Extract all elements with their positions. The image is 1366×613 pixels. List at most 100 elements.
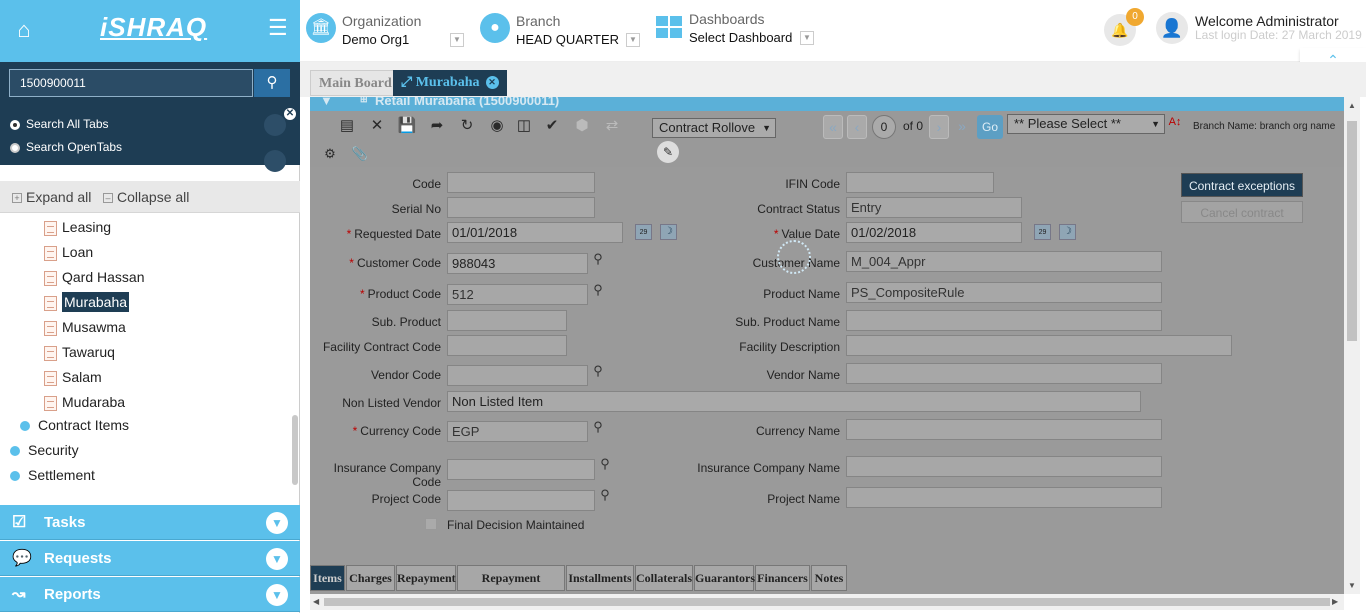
tree-item-mudaraba[interactable]: Mudaraba — [44, 391, 125, 413]
tab-financers[interactable]: Financers — [755, 565, 810, 591]
accordion-tasks[interactable]: ☑ Tasks ▼ — [0, 505, 300, 540]
support-icon[interactable]: ◉ — [487, 116, 507, 136]
insurance-company-code-field[interactable] — [447, 459, 595, 480]
close-icon[interactable]: ✕ — [284, 108, 296, 120]
sidebar-search-input[interactable] — [9, 69, 253, 97]
tab-guarantors[interactable]: Guarantors — [694, 565, 755, 591]
forward-icon[interactable]: ➦ — [427, 116, 447, 136]
go-button[interactable]: Go — [977, 115, 1003, 139]
facility-description-field[interactable] — [846, 335, 1232, 356]
tree-item-musawma[interactable]: Musawma — [44, 316, 126, 338]
sort-az-icon[interactable]: A↕ — [1165, 112, 1185, 132]
avatar[interactable]: 👤 — [1156, 12, 1188, 44]
vertical-scroll-thumb[interactable] — [1347, 121, 1357, 341]
tab-installments[interactable]: Installments — [566, 565, 634, 591]
radio-search-open-tabs[interactable]: Search OpenTabs — [10, 138, 122, 156]
pin-icon[interactable]: ▼ — [320, 97, 333, 108]
facility-contract-code-field[interactable] — [447, 335, 567, 356]
customer-name-field[interactable]: M_004_Appr — [846, 251, 1162, 272]
tab-main-board[interactable]: Main Board — [310, 70, 401, 96]
contract-exceptions-button[interactable]: Contract exceptions — [1181, 173, 1303, 197]
refresh-icon[interactable]: ↻ — [457, 116, 477, 136]
page-number-input[interactable]: 0 — [872, 115, 896, 139]
tree-section-settlement[interactable]: Settlement — [10, 464, 95, 486]
tab-collaterals[interactable]: Collaterals — [635, 565, 693, 591]
tree-item-murabaha[interactable]: Murabaha — [44, 291, 130, 313]
save-icon[interactable]: 💾 — [397, 116, 417, 136]
package-icon[interactable]: ⬢ — [572, 116, 592, 136]
sub-product-field[interactable] — [447, 310, 567, 331]
vendor-name-field[interactable] — [846, 363, 1162, 384]
last-page-button[interactable]: » — [952, 115, 972, 139]
dashboards-dropdown-icon[interactable]: ▼ — [800, 31, 814, 45]
next-page-button[interactable]: › — [929, 115, 949, 139]
dashboards-value[interactable]: Select Dashboard — [689, 30, 792, 45]
tree-item-leasing[interactable]: Leasing — [44, 216, 111, 238]
sidebar-scrollbar[interactable] — [292, 415, 298, 485]
accordion-requests[interactable]: 💬 Requests ▼ — [0, 541, 300, 576]
product-name-field[interactable]: PS_CompositeRule — [846, 282, 1162, 303]
product-code-field[interactable]: 512 — [447, 284, 588, 305]
action-select[interactable]: Contract Rollove ▼ — [652, 118, 776, 138]
serial-no-field[interactable] — [447, 197, 595, 218]
project-code-field[interactable] — [447, 490, 595, 511]
tree-item-loan[interactable]: Loan — [44, 241, 93, 263]
horizontal-scrollbar[interactable]: ◀ ▶ — [310, 594, 1344, 610]
home-icon[interactable]: ⌂ — [12, 18, 36, 42]
tree-item-qard-hassan[interactable]: Qard Hassan — [44, 266, 144, 288]
lookup-icon[interactable]: ⚲ — [590, 282, 606, 298]
hijri-calendar-icon[interactable]: ☽ — [1059, 224, 1076, 240]
non-listed-vendor-field[interactable]: Non Listed Item — [447, 391, 1141, 412]
customer-code-field[interactable]: 988043 — [447, 253, 588, 274]
approve-check-icon[interactable]: ✔ — [542, 116, 562, 136]
requested-date-field[interactable]: 01/01/2018 — [447, 222, 623, 243]
lookup-icon[interactable]: ⚲ — [590, 251, 606, 267]
branch-value[interactable]: HEAD QUARTER — [516, 32, 619, 47]
record-select[interactable]: ** Please Select ** ▼ — [1007, 114, 1165, 134]
lookup-icon[interactable]: ⚲ — [597, 456, 613, 472]
radio-search-all-tabs[interactable]: Search All Tabs — [10, 115, 109, 133]
cancel-contract-button[interactable]: Cancel contract — [1181, 201, 1303, 223]
hamburger-menu-icon[interactable]: ☰ — [268, 17, 288, 39]
tab-close-icon[interactable]: ✕ — [485, 76, 499, 90]
currency-code-field[interactable]: EGP — [447, 421, 588, 442]
tab-repayment[interactable]: Repayment — [396, 565, 456, 591]
lookup-icon[interactable]: ⚲ — [597, 487, 613, 503]
organization-dropdown-icon[interactable]: ▼ — [450, 33, 464, 47]
edit-note-icon[interactable]: ✎ — [657, 141, 679, 163]
settings-icon[interactable]: ⚙ — [320, 144, 340, 164]
currency-name-field[interactable] — [846, 419, 1162, 440]
search-button[interactable]: ⚲ — [254, 69, 290, 97]
scroll-down-arrow-icon[interactable]: ▼ — [1348, 581, 1356, 590]
tree-item-salam[interactable]: Salam — [44, 366, 102, 388]
tab-notes[interactable]: Notes — [811, 565, 847, 591]
ifin-code-field[interactable] — [846, 172, 994, 193]
final-decision-checkbox[interactable] — [425, 518, 437, 530]
prev-page-button[interactable]: ‹ — [847, 115, 867, 139]
vendor-code-field[interactable] — [447, 365, 588, 386]
app-logo[interactable]: iSHRAQ — [100, 12, 207, 43]
vertical-scrollbar[interactable]: ▲ ▼ — [1344, 97, 1360, 594]
horizontal-scroll-thumb[interactable] — [324, 598, 1330, 606]
accordion-reports[interactable]: ↝ Reports ▼ — [0, 577, 300, 612]
code-field[interactable] — [447, 172, 595, 193]
scroll-up-arrow-icon[interactable]: ▲ — [1348, 101, 1356, 110]
expand-all-button[interactable]: + Expand all — [12, 189, 91, 205]
attachment-icon[interactable]: 📎 — [350, 144, 370, 164]
collapse-all-button[interactable]: – Collapse all — [103, 189, 189, 205]
excel-icon[interactable]: ◫ — [514, 116, 534, 136]
tab-repayment-intervals[interactable]: Repayment Intervals — [457, 565, 565, 591]
tree-item-tawaruq[interactable]: Tawaruq — [44, 341, 115, 363]
branch-dropdown-icon[interactable]: ▼ — [626, 33, 640, 47]
lookup-icon[interactable]: ⚲ — [590, 419, 606, 435]
tree-section-security[interactable]: Security — [10, 439, 79, 461]
tab-items[interactable]: Items — [310, 565, 345, 591]
new-record-icon[interactable]: ▤ — [337, 116, 357, 136]
project-name-field[interactable] — [846, 487, 1162, 508]
expand-icon[interactable]: ⊞ — [360, 97, 368, 105]
tab-charges[interactable]: Charges — [346, 565, 395, 591]
scroll-right-arrow-icon[interactable]: ▶ — [1332, 597, 1338, 606]
calendar-icon[interactable]: 29 — [635, 224, 652, 240]
organization-value[interactable]: Demo Org1 — [342, 32, 409, 47]
hijri-calendar-icon[interactable]: ☽ — [660, 224, 677, 240]
